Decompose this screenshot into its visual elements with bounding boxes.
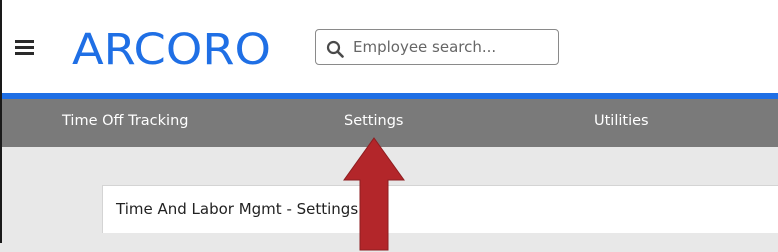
search-input[interactable] xyxy=(353,35,548,59)
settings-panel: Time And Labor Mgmt - Settings xyxy=(102,185,778,233)
panel-title: Time And Labor Mgmt - Settings xyxy=(116,200,359,218)
nav-item-time-off-tracking[interactable]: Time Off Tracking xyxy=(62,99,188,145)
annotation-arrow-up-icon xyxy=(343,137,405,251)
logo-text: ARCORO xyxy=(72,26,271,70)
employee-search-box[interactable] xyxy=(315,29,559,65)
window-left-edge xyxy=(0,0,2,243)
top-header: ARCORO xyxy=(0,0,778,93)
search-icon xyxy=(326,40,344,58)
arcoro-logo[interactable]: ARCORO xyxy=(71,26,273,70)
hamburger-menu-icon[interactable] xyxy=(15,40,34,56)
nav-item-utilities[interactable]: Utilities xyxy=(594,99,649,145)
